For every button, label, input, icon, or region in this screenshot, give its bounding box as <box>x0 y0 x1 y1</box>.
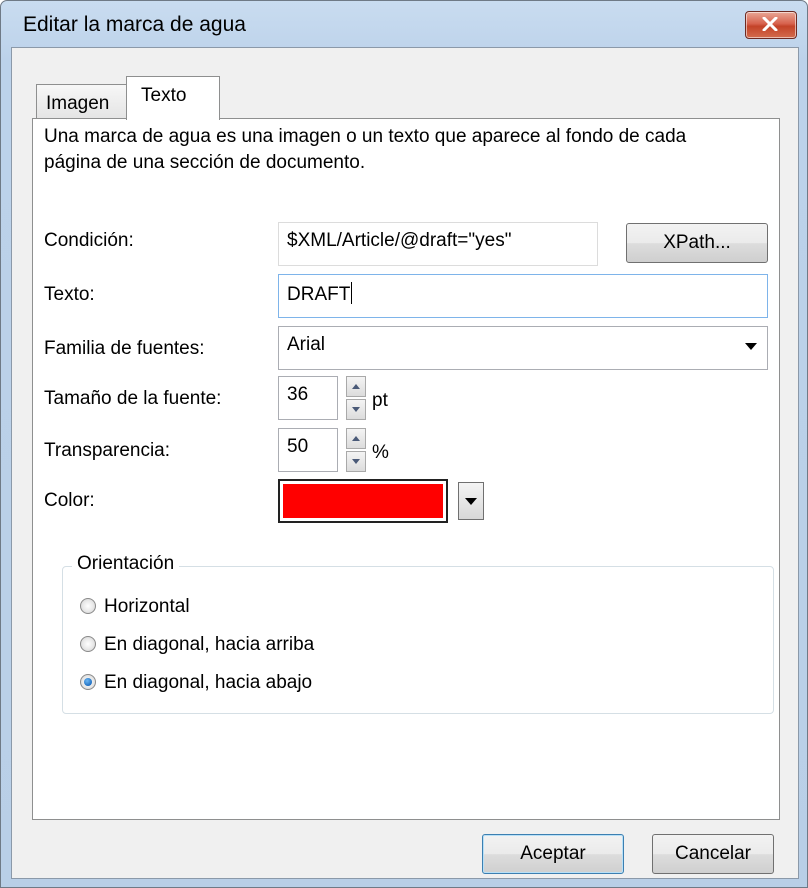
dialog-window: Editar la marca de agua Imagen Texto Una… <box>0 0 808 888</box>
xpath-button[interactable]: XPath... <box>626 223 768 263</box>
font-family-value: Arial <box>287 334 326 355</box>
transparency-increment-button[interactable] <box>346 428 366 449</box>
tab-imagen[interactable]: Imagen <box>36 84 128 119</box>
font-size-label: Tamaño de la fuente: <box>44 388 222 409</box>
radio-button-selected-icon <box>80 674 96 690</box>
color-swatch <box>283 484 443 518</box>
ok-button[interactable]: Aceptar <box>482 834 624 874</box>
transparency-unit: % <box>372 442 389 463</box>
transparency-field[interactable]: 50 <box>278 428 338 472</box>
radio-button-icon <box>80 598 96 614</box>
font-size-increment-button[interactable] <box>346 376 366 397</box>
font-family-select[interactable]: Arial <box>278 326 768 370</box>
description-text: Una marca de agua es una imagen o un tex… <box>44 126 687 173</box>
arrow-up-icon <box>352 384 360 389</box>
window-title: Editar la marca de agua <box>23 13 246 36</box>
title-bar: Editar la marca de agua <box>1 1 807 47</box>
font-size-field[interactable]: 36 <box>278 376 338 420</box>
tab-label: Imagen <box>46 93 110 114</box>
text-field[interactable]: DRAFT <box>278 274 768 318</box>
color-label: Color: <box>44 490 95 511</box>
chevron-down-icon <box>465 498 477 505</box>
condition-value: $XML/Article/@draft="yes" <box>287 230 512 251</box>
font-size-unit: pt <box>372 390 388 411</box>
tab-texto[interactable]: Texto <box>126 76 220 120</box>
font-size-value: 36 <box>287 384 309 405</box>
arrow-up-icon <box>352 436 360 441</box>
cancel-button[interactable]: Cancelar <box>652 834 774 874</box>
font-size-decrement-button[interactable] <box>346 399 366 420</box>
arrow-down-icon <box>352 407 360 412</box>
orientation-group-title: Orientación <box>72 553 180 575</box>
text-label: Texto: <box>44 284 95 305</box>
dialog-client-area: Imagen Texto Una marca de agua es una im… <box>11 47 799 879</box>
text-value: DRAFT <box>287 282 353 305</box>
chevron-down-icon <box>745 343 757 350</box>
arrow-down-icon <box>352 459 360 464</box>
font-family-label: Familia de fuentes: <box>44 338 205 359</box>
color-dropdown-button[interactable] <box>458 482 484 520</box>
color-picker[interactable] <box>278 479 448 523</box>
tab-label: Texto <box>141 85 187 106</box>
condition-field[interactable]: $XML/Article/@draft="yes" <box>278 222 598 266</box>
font-size-stepper <box>346 376 366 420</box>
transparency-value: 50 <box>287 436 309 457</box>
transparency-decrement-button[interactable] <box>346 451 366 472</box>
transparency-label: Transparencia: <box>44 440 171 461</box>
radio-button-icon <box>80 636 96 652</box>
close-icon <box>762 17 778 31</box>
transparency-stepper <box>346 428 366 472</box>
text-cursor <box>351 282 353 304</box>
condition-label: Condición: <box>44 230 134 251</box>
close-button[interactable] <box>745 11 797 39</box>
